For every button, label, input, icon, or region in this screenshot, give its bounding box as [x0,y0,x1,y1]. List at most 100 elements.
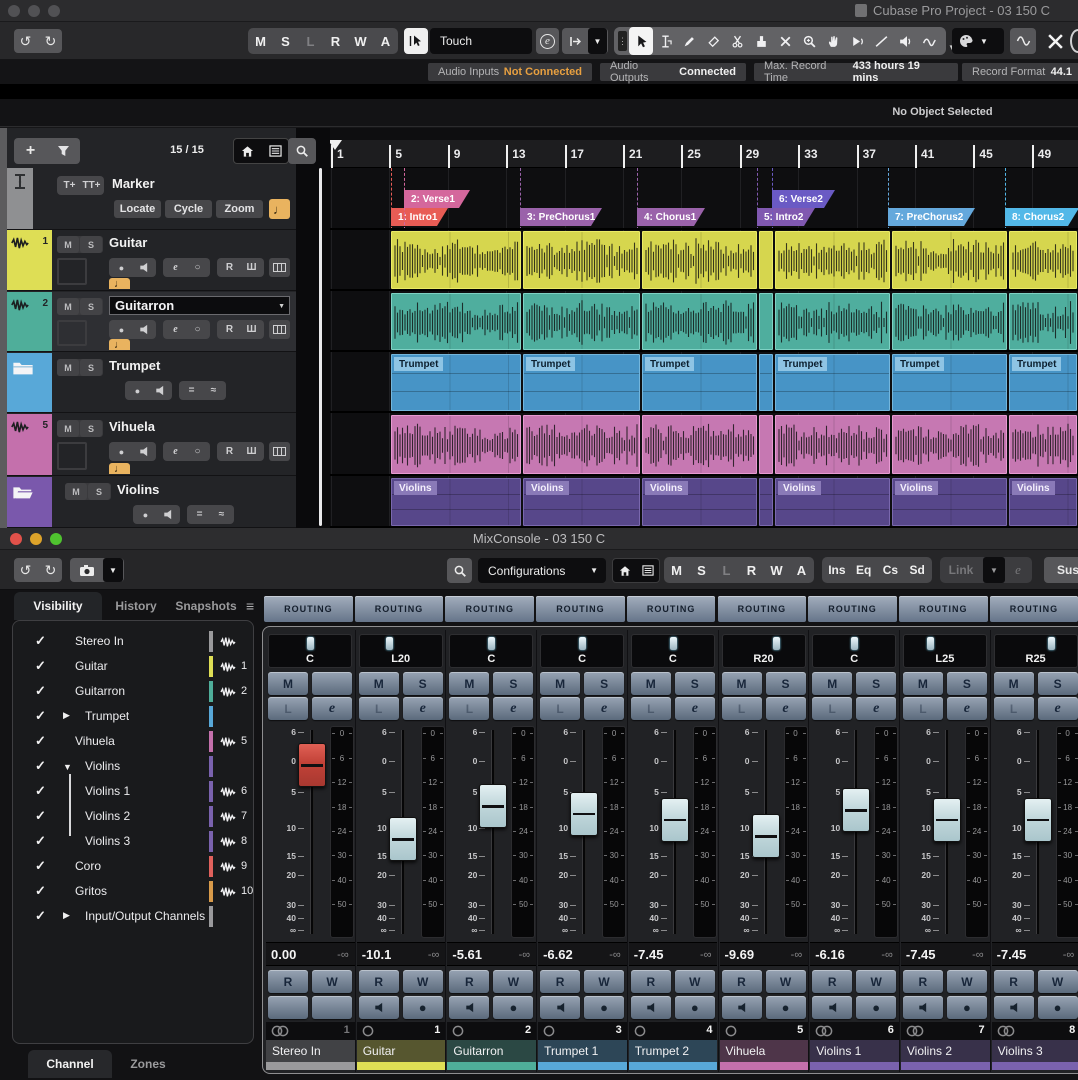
track-color-strip[interactable]: 1 [7,230,52,290]
audio-event[interactable] [892,415,1007,474]
group-edit-button[interactable]: = [181,382,202,399]
track-mute-button[interactable]: M [57,420,79,437]
audio-event[interactable] [1009,293,1077,350]
check-icon[interactable]: ✓ [35,883,46,899]
freeze-button[interactable]: ○ [187,259,208,276]
add-marker-button[interactable]: T+ [59,177,80,194]
monitor-button[interactable] [157,506,178,523]
tool-draw-button[interactable] [677,29,701,53]
tool-range-selection-button[interactable] [653,29,677,53]
monitor-button[interactable] [149,382,170,399]
edit-channel-button[interactable]: e [165,259,186,276]
close-icon[interactable] [8,5,20,17]
track-row-violins[interactable]: MSViolins●=≈ [7,477,296,528]
record-enable-button[interactable]: ● [127,382,148,399]
audio-event[interactable] [1009,231,1077,289]
automation-follow-button[interactable] [404,28,428,54]
lanes-button[interactable] [269,258,290,277]
tool-handle-icon[interactable]: ⋮ [618,31,627,51]
track-solo-button[interactable]: S [80,236,102,253]
audio-event[interactable] [642,293,757,350]
status-chip-0[interactable]: Audio InputsNot Connected [428,63,592,81]
automation-l-button[interactable]: L [298,28,323,54]
tool-zoom-button[interactable] [797,29,821,53]
phase-button[interactable]: ≈ [211,506,232,523]
marker-note-button[interactable]: ♩ [269,199,290,219]
visibility-item-gritos[interactable]: ✓Gritos10 [13,879,253,904]
visibility-item-violins-1[interactable]: ✓Violins 16 [13,779,253,804]
routing-slot[interactable]: ROUTING [264,596,353,622]
routing-slot[interactable]: ROUTING [445,596,534,622]
track-name[interactable]: Trumpet [109,358,160,373]
home-icon[interactable] [234,139,261,163]
track-note-button[interactable]: ♩ [109,463,130,474]
redo-button[interactable]: ↻ [39,558,62,582]
audio-event[interactable]: Trumpet [892,354,1007,411]
audio-event[interactable] [391,293,521,350]
insert-cursor-icon[interactable] [563,28,587,54]
tool-scrub-button[interactable] [893,29,917,53]
routing-slot[interactable]: ROUTING [718,596,807,622]
track-name[interactable]: Violins [117,482,159,497]
automation-s-button[interactable]: S [689,557,714,583]
track-mute-button[interactable]: M [57,359,79,376]
audio-event[interactable] [775,415,890,474]
add-track-button[interactable]: + [15,138,47,164]
audio-event[interactable] [775,231,890,289]
marker-locate-button[interactable]: Locate [114,200,161,218]
track-scrollbar[interactable] [319,168,322,526]
check-icon[interactable]: ✓ [35,633,46,649]
track-color-strip[interactable] [7,168,33,229]
track-row-vihuela[interactable]: 5MSVihuela●e○RШ♩ [7,414,296,476]
visibility-item-violins-2[interactable]: ✓Violins 27 [13,804,253,829]
link-dropdown[interactable]: ▼ [983,557,1005,583]
audio-event[interactable]: Violins [892,478,1007,526]
status-chip-2[interactable]: Max. Record Time433 hours 19 mins [754,63,958,81]
check-icon[interactable]: ✓ [35,683,46,699]
check-icon[interactable]: ✓ [35,858,46,874]
track-color-strip[interactable] [7,477,52,527]
track-row-marker[interactable]: T+TT+MarkerLocateCycleZoom♩ [7,168,296,230]
freeze-button[interactable]: ○ [187,443,208,460]
audio-event[interactable]: Trumpet [642,354,757,411]
lanes-button[interactable] [269,320,290,339]
rack-eq-button[interactable]: Eq [851,557,877,583]
configurations-dropdown[interactable]: Configurations ▼ [478,558,606,583]
cycle-marker[interactable]: 1: Intro1 [391,208,448,226]
record-enable-button[interactable]: ● [135,506,156,523]
monitor-button[interactable] [133,443,154,460]
track-row-guitar[interactable]: 1MSGuitar●e○RШ♩ [7,230,296,291]
cycle-marker[interactable]: 6: Verse2 [772,190,835,208]
audio-event[interactable]: Trumpet [523,354,640,411]
read-button[interactable]: R [219,321,240,338]
tool-comp-button[interactable] [917,29,941,53]
routing-slot[interactable]: ROUTING [990,596,1078,622]
audio-event[interactable]: Violins [1009,478,1077,526]
visibility-item-stereo-in[interactable]: ✓Stereo In [13,629,253,654]
track-color-strip[interactable]: 5 [7,414,52,475]
track-list-settings-icon[interactable] [262,139,288,163]
audio-event[interactable] [759,293,773,350]
lanes-button[interactable] [269,442,290,461]
project-cursor-icon[interactable] [330,140,342,150]
cycle-marker[interactable]: 5: Intro2 [757,208,815,226]
track-color-strip[interactable] [7,353,52,412]
audio-event[interactable]: Trumpet [775,354,890,411]
audio-event[interactable] [523,415,640,474]
visibility-item-violins[interactable]: ✓▼Violins [13,754,253,779]
audio-event[interactable]: Violins [523,478,640,526]
timeline-ruler[interactable]: 15913172125293337414549 [330,140,1078,168]
suspend-button[interactable]: Sus [1044,557,1078,583]
freeze-button[interactable]: ○ [187,321,208,338]
track-name-edit-box[interactable]: Guitarron▼ [109,296,290,315]
check-icon[interactable]: ✓ [35,658,46,674]
read-button[interactable]: R [219,443,240,460]
automation-m-button[interactable]: M [248,28,273,54]
phase-button[interactable]: ≈ [203,382,224,399]
routing-slot[interactable]: ROUTING [808,596,897,622]
curve-tool-button[interactable] [1010,28,1036,54]
link-button[interactable]: Link [940,557,982,583]
write-button[interactable]: Ш [241,259,262,276]
track-solo-button[interactable]: S [80,359,102,376]
tool-glue-button[interactable] [749,29,773,53]
